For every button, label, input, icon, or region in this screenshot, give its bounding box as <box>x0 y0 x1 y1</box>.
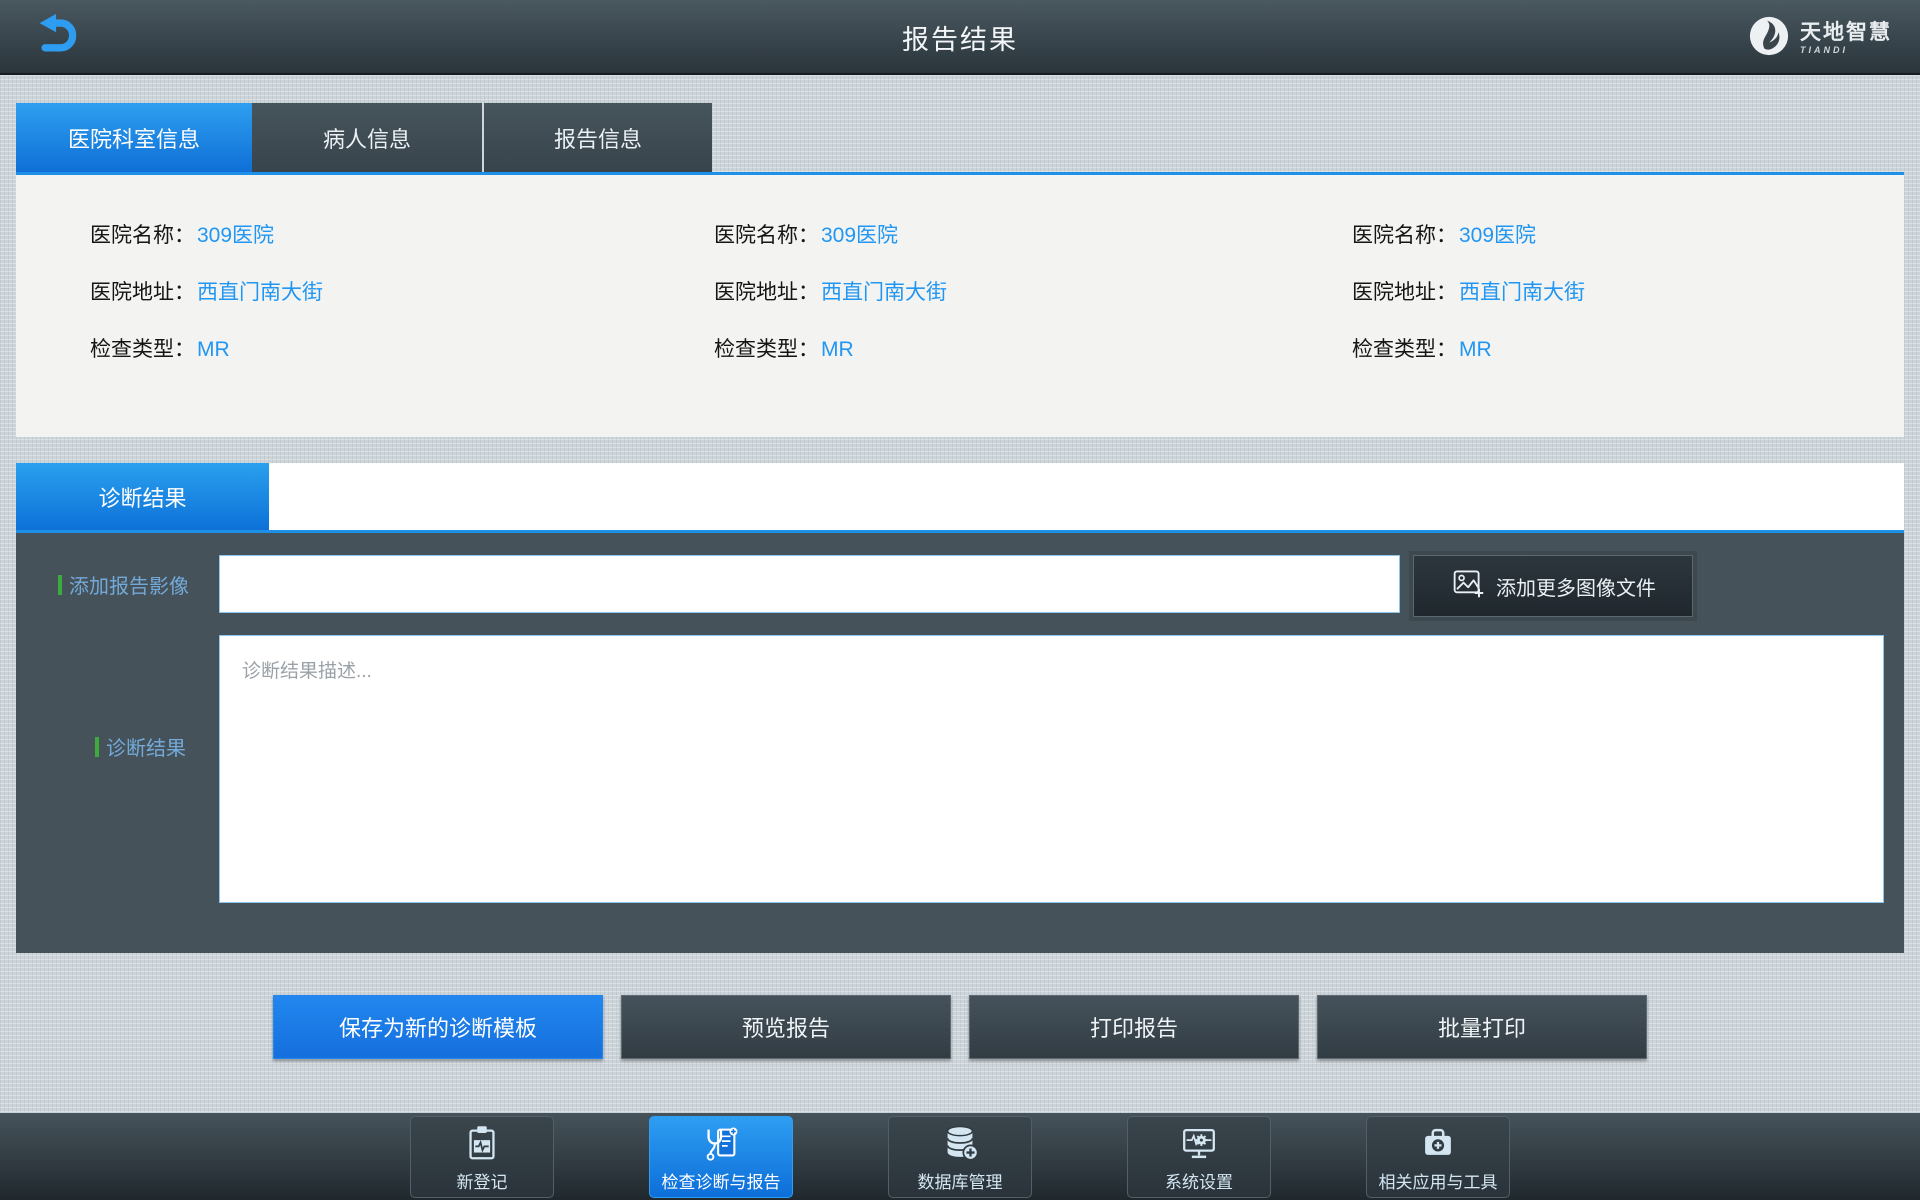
info-tabs: 医院科室信息 病人信息 报告信息 <box>16 103 712 172</box>
nav-new-registration[interactable]: 新登记 <box>410 1116 554 1198</box>
field-value: MR <box>1459 338 1492 361</box>
report-result-screen: 报告结果 天地智慧 TIANDI 医院科室信息 病人信息 报告信息 医院名称：3… <box>0 0 1920 1200</box>
field-label: 检查类型： <box>1352 338 1457 361</box>
hospital-name-row: 医院名称：309医院 <box>1352 219 1904 249</box>
add-more-images-button[interactable]: 添加更多图像文件 <box>1413 555 1693 617</box>
hospital-name-row: 医院名称：309医院 <box>714 219 1266 249</box>
nav-label: 检查诊断与报告 <box>661 1172 781 1192</box>
tab-hospital-dept-info[interactable]: 医院科室信息 <box>16 103 252 172</box>
nav-related-apps-tools[interactable]: 相关应用与工具 <box>1366 1116 1510 1198</box>
hospital-address-row: 医院地址：西直门南大街 <box>90 276 642 306</box>
field-label: 医院地址： <box>90 281 195 304</box>
nav-label: 相关应用与工具 <box>1378 1172 1498 1192</box>
logo-text-block: 天地智慧 TIANDI <box>1800 22 1892 55</box>
add-report-image-label-text: 添加报告影像 <box>69 576 189 598</box>
field-value: MR <box>821 338 854 361</box>
diagnosis-result-label: 诊断结果 <box>95 732 186 761</box>
page-title: 报告结果 <box>902 25 1018 55</box>
brand-logo: 天地智慧 TIANDI <box>1748 14 1892 62</box>
nav-system-settings[interactable]: 系统设置 <box>1127 1116 1271 1198</box>
green-marker <box>95 736 99 757</box>
hospital-info-panel: 医院名称：309医院 医院地址：西直门南大街 检查类型：MR 医院名称：309医… <box>16 172 1904 437</box>
field-label: 检查类型： <box>90 338 195 361</box>
logo-name: 天地智慧 <box>1800 20 1892 44</box>
tiandi-logo-icon <box>1748 15 1790 62</box>
nav-label: 数据库管理 <box>917 1172 1003 1192</box>
stethoscope-report-icon <box>700 1122 742 1164</box>
action-button-row: 保存为新的诊断模板 预览报告 打印报告 批量打印 <box>0 995 1920 1059</box>
header-bar: 报告结果 天地智慧 TIANDI <box>0 0 1920 75</box>
hospital-name-row: 医院名称：309医院 <box>90 219 642 249</box>
database-icon <box>939 1122 981 1164</box>
logo-subname: TIANDI <box>1800 44 1848 55</box>
field-label: 检查类型： <box>714 338 819 361</box>
green-marker <box>58 574 62 595</box>
batch-print-button[interactable]: 批量打印 <box>1317 995 1647 1059</box>
clipboard-icon <box>461 1122 503 1164</box>
field-value: MR <box>197 338 230 361</box>
tab-diagnosis-result[interactable]: 诊断结果 <box>16 463 269 530</box>
nav-database-management[interactable]: 数据库管理 <box>888 1116 1032 1198</box>
field-label: 医院地址： <box>714 281 819 304</box>
nav-label: 系统设置 <box>1165 1172 1233 1192</box>
exam-type-row: 检查类型：MR <box>714 333 1266 363</box>
info-column-1: 医院名称：309医院 医院地址：西直门南大街 检查类型：MR <box>16 175 642 437</box>
hospital-address-row: 医院地址：西直门南大街 <box>1352 276 1904 306</box>
exam-type-row: 检查类型：MR <box>90 333 642 363</box>
tab-patient-info[interactable]: 病人信息 <box>252 103 482 172</box>
field-value: 309医院 <box>197 224 275 247</box>
tab-report-info[interactable]: 报告信息 <box>482 103 712 172</box>
print-report-button[interactable]: 打印报告 <box>969 995 1299 1059</box>
info-column-2: 医院名称：309医院 医院地址：西直门南大街 检查类型：MR <box>642 175 1266 437</box>
monitor-settings-icon <box>1178 1122 1220 1164</box>
field-label: 医院地址： <box>1352 281 1457 304</box>
diagnosis-form-panel: 添加报告影像 添加更多图像文件 诊断结果 <box>16 533 1904 953</box>
nav-label: 新登记 <box>456 1172 508 1192</box>
toolbox-icon <box>1417 1122 1459 1164</box>
exam-type-row: 检查类型：MR <box>1352 333 1904 363</box>
nav-exam-diagnosis-report[interactable]: 检查诊断与报告 <box>649 1116 793 1198</box>
add-more-images-label: 添加更多图像文件 <box>1496 577 1656 600</box>
image-add-icon <box>1450 566 1484 606</box>
diagnosis-result-textarea[interactable] <box>219 635 1884 903</box>
report-image-input[interactable] <box>219 555 1400 613</box>
diagnosis-result-label-text: 诊断结果 <box>106 738 186 760</box>
field-value: 309医院 <box>1459 224 1537 247</box>
save-as-template-button[interactable]: 保存为新的诊断模板 <box>273 995 603 1059</box>
preview-report-button[interactable]: 预览报告 <box>621 995 951 1059</box>
field-value: 西直门南大街 <box>1459 281 1585 304</box>
field-label: 医院名称： <box>714 224 819 247</box>
field-value: 309医院 <box>821 224 899 247</box>
bottom-navbar: 新登记 检查诊断与报告 数据库管理 系统设置 相关应用与工具 <box>0 1113 1920 1200</box>
hospital-address-row: 医院地址：西直门南大街 <box>714 276 1266 306</box>
add-report-image-label: 添加报告影像 <box>58 570 189 599</box>
field-value: 西直门南大街 <box>197 281 323 304</box>
diagnosis-tab-strip: 诊断结果 <box>16 463 1904 533</box>
field-value: 西直门南大街 <box>821 281 947 304</box>
info-column-3: 医院名称：309医院 医院地址：西直门南大街 检查类型：MR <box>1266 175 1904 437</box>
field-label: 医院名称： <box>90 224 195 247</box>
field-label: 医院名称： <box>1352 224 1457 247</box>
